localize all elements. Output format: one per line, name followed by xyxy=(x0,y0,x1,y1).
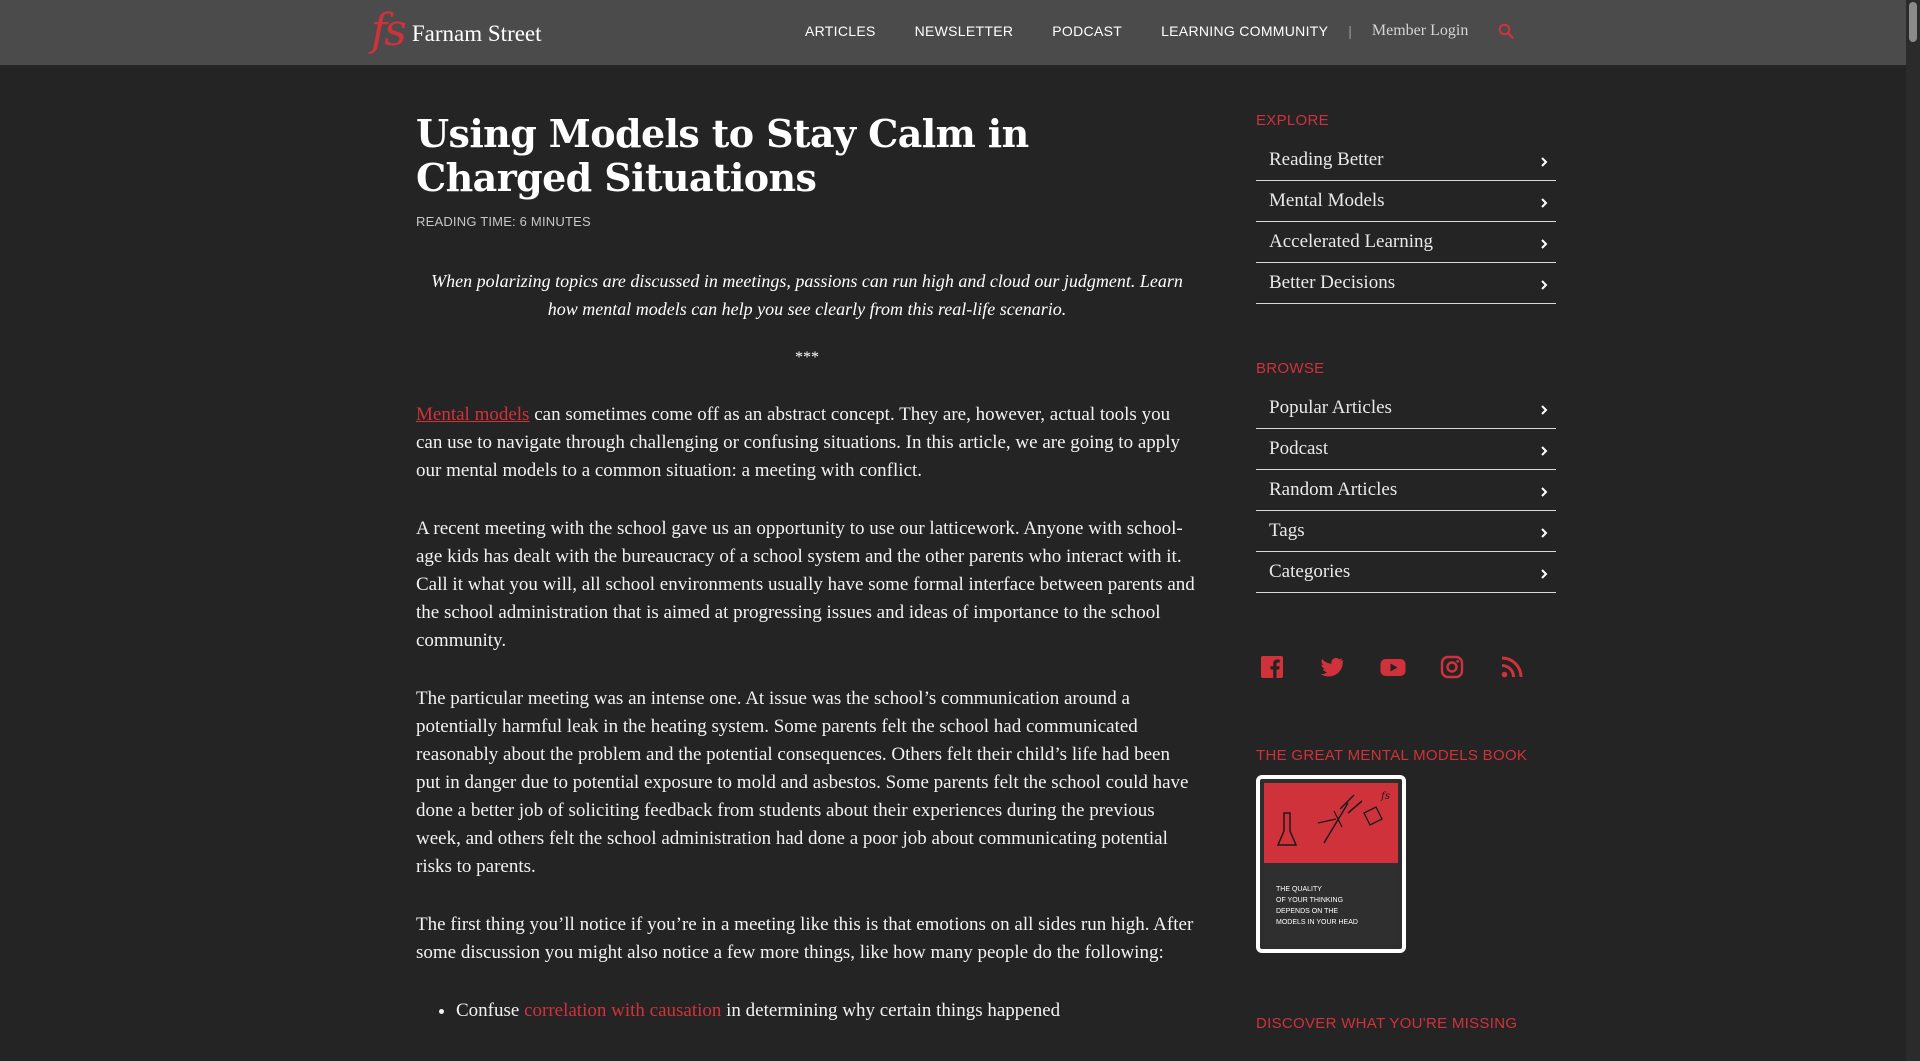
browse-heading: BROWSE xyxy=(1256,360,1325,377)
chevron-right-icon xyxy=(1539,524,1549,538)
paragraph-2: A recent meeting with the school gave us… xyxy=(416,518,1195,651)
paragraph-1: Mental models can sometimes come off as … xyxy=(416,401,1198,485)
member-login-link[interactable]: Member Login xyxy=(1372,22,1468,40)
nav-podcast[interactable]: PODCAST xyxy=(1052,23,1122,39)
scrollbar-thumb[interactable] xyxy=(1909,2,1917,42)
section-separator: *** xyxy=(795,349,819,366)
sidebar-item-categories[interactable]: Categories xyxy=(1256,552,1556,593)
chevron-right-icon xyxy=(1539,153,1549,167)
sidebar-item-label: Categories xyxy=(1269,561,1351,582)
book-heading: THE GREAT MENTAL MODELS BOOK xyxy=(1256,747,1528,764)
social-links xyxy=(1260,655,1556,679)
bullet-1-post: in determining why certain things happen… xyxy=(721,1000,1061,1021)
nav-articles[interactable]: ARTICLES xyxy=(805,23,876,39)
article-intro: When polarizing topics are discussed in … xyxy=(431,271,1183,319)
bullet-1-pre: Confuse xyxy=(456,1000,525,1021)
explore-list: Reading Better Mental Models Accelerated… xyxy=(1256,140,1556,304)
chevron-right-icon xyxy=(1539,442,1549,456)
nav-learning-community[interactable]: LEARNING COMMUNITY xyxy=(1161,23,1328,39)
article: Using Models to Stay Calm in Charged Sit… xyxy=(416,112,1198,1025)
nav-newsletter[interactable]: NEWSLETTER xyxy=(915,23,1014,39)
sidebar-item-tags[interactable]: Tags xyxy=(1256,511,1556,552)
list-item: Confuse correlation with causation in de… xyxy=(456,997,1198,1025)
chevron-right-icon xyxy=(1539,194,1549,208)
nav-separator: | xyxy=(1348,23,1352,39)
chevron-right-icon xyxy=(1539,276,1549,290)
explore-heading: EXPLORE xyxy=(1256,112,1329,129)
site-header: fs Farnam Street ARTICLES NEWSLETTER POD… xyxy=(0,0,1906,65)
logo-text: Farnam Street xyxy=(411,21,542,46)
book-cover-text: THE QUALITY OF YOUR THINKING DEPENDS ON TH… xyxy=(1276,886,1358,926)
site-logo[interactable]: fs Farnam Street xyxy=(371,8,542,54)
book-cover-top xyxy=(1264,783,1398,863)
mental-models-link[interactable]: Mental models xyxy=(416,404,529,425)
chevron-right-icon xyxy=(1539,565,1549,579)
paragraph-4: The first thing you’ll notice if you’re … xyxy=(416,914,1194,963)
sidebar-item-better-decisions[interactable]: Better Decisions xyxy=(1256,263,1556,304)
browse-list: Popular Articles Podcast Random Articles… xyxy=(1256,388,1556,593)
page-scrollbar[interactable] xyxy=(1906,0,1920,1061)
sidebar-item-popular-articles[interactable]: Popular Articles xyxy=(1256,388,1556,429)
sidebar: EXPLORE Reading Better Mental Models Acc… xyxy=(1256,112,1556,1032)
book-cover-image[interactable]: fs THE QUALITY OF YOUR THINKING DEPENDS ON… xyxy=(1256,775,1406,953)
chevron-right-icon xyxy=(1539,235,1549,249)
sidebar-item-label: Better Decisions xyxy=(1269,272,1396,293)
rss-icon[interactable] xyxy=(1500,655,1524,679)
sidebar-item-label: Reading Better xyxy=(1269,149,1384,170)
sidebar-item-mental-models[interactable]: Mental Models xyxy=(1256,181,1556,222)
main-nav: ARTICLES NEWSLETTER PODCAST LEARNING COM… xyxy=(805,22,1515,40)
instagram-icon[interactable] xyxy=(1440,655,1464,679)
correlation-causation-link[interactable]: correlation with causation xyxy=(524,1000,721,1021)
sidebar-item-label: Random Articles xyxy=(1269,479,1398,500)
paragraph-3: The particular meeting was an intense on… xyxy=(416,688,1189,877)
search-icon[interactable] xyxy=(1498,23,1515,39)
reading-time: READING TIME: 6 MINUTES xyxy=(416,214,591,229)
sidebar-item-label: Tags xyxy=(1269,520,1305,541)
sidebar-item-label: Mental Models xyxy=(1269,190,1385,211)
youtube-icon[interactable] xyxy=(1380,655,1406,679)
book-logo: fs xyxy=(1381,791,1390,802)
twitter-icon[interactable] xyxy=(1320,655,1344,679)
paragraph-1-text: can sometimes come off as an abstract co… xyxy=(416,404,1181,481)
sidebar-item-label: Popular Articles xyxy=(1269,397,1392,418)
sidebar-item-random-articles[interactable]: Random Articles xyxy=(1256,470,1556,511)
sidebar-item-accelerated-learning[interactable]: Accelerated Learning xyxy=(1256,222,1556,263)
sidebar-item-podcast[interactable]: Podcast xyxy=(1256,429,1556,470)
article-title: Using Models to Stay Calm in Charged Sit… xyxy=(416,111,1029,200)
chevron-right-icon xyxy=(1539,401,1549,415)
sidebar-item-label: Accelerated Learning xyxy=(1269,231,1434,252)
discover-heading: DISCOVER WHAT YOU'RE MISSING xyxy=(1256,1015,1518,1032)
logo-mark: fs xyxy=(371,5,407,56)
bullet-list: Confuse correlation with causation in de… xyxy=(456,997,1198,1025)
chevron-right-icon xyxy=(1539,483,1549,497)
facebook-icon[interactable] xyxy=(1260,655,1284,679)
sidebar-item-reading-better[interactable]: Reading Better xyxy=(1256,140,1556,181)
sidebar-item-label: Podcast xyxy=(1269,438,1329,459)
